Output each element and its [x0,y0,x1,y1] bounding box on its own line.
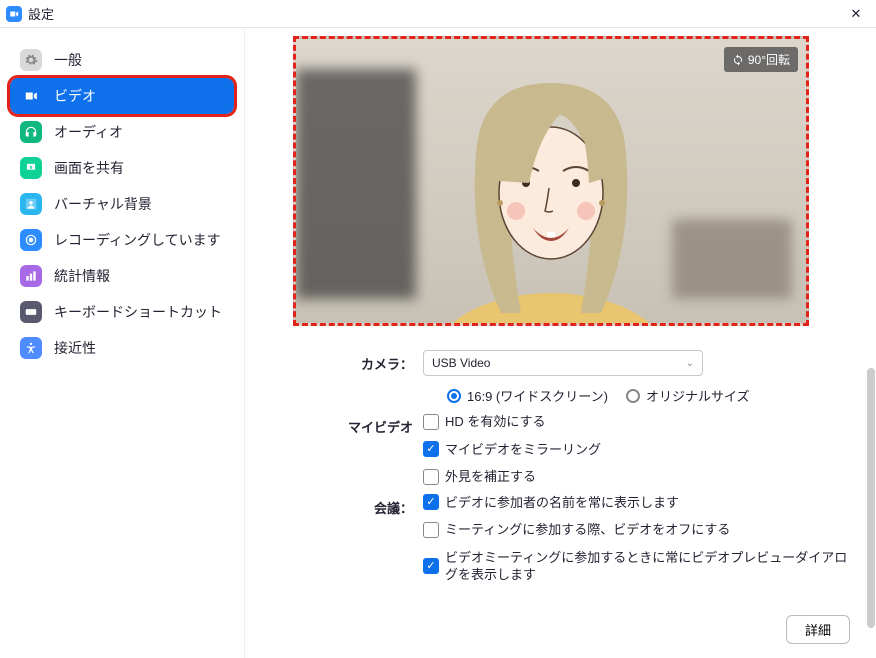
titlebar: 設定 ✕ [0,0,876,28]
checkbox-label: ミーティングに参加する際、ビデオをオフにする [445,521,730,539]
sidebar-item-label: 統計情報 [54,266,110,286]
sidebar-item-accessibility[interactable]: 接近性 [10,330,234,366]
stats-icon [20,265,42,287]
share-icon [20,157,42,179]
headphones-icon [20,121,42,143]
meeting-option[interactable]: ビデオに参加者の名前を常に表示します [423,494,848,512]
window-title: 設定 [28,4,54,23]
sidebar-item-label: レコーディングしています [54,230,221,250]
meeting-option[interactable]: ミーティングに参加する際、ビデオをオフにする [423,521,848,539]
sidebar-item-person-bg[interactable]: バーチャル背景 [10,186,234,222]
meeting-option[interactable]: ビデオミーティングに参加するときに常にビデオプレビューダイアログを表示します [423,549,848,584]
sidebar-item-label: バーチャル背景 [54,194,152,214]
video-preview: 90°回転 [293,36,809,326]
rotate-button[interactable]: 90°回転 [724,47,798,72]
keyboard-icon [20,301,42,323]
aspect-ratio-group: 16:9 (ワイドスクリーン) オリジナルサイズ [423,386,848,405]
checkbox-icon-checked [423,494,439,510]
rotate-icon [732,54,744,66]
rotate-label: 90°回転 [748,51,790,68]
section-label-meeting: 会議： [293,494,423,584]
camera-select[interactable]: USB Video ⌄ [423,350,703,376]
myvideo-option[interactable]: 外見を補正する [423,468,848,486]
detail-button-label: 詳細 [805,623,831,638]
sidebar-item-headphones[interactable]: オーディオ [10,114,234,150]
sidebar-item-keyboard[interactable]: キーボードショートカット [10,294,234,330]
checkbox-label: マイビデオをミラーリング [445,441,601,459]
section-label-myvideo: マイビデオ [293,413,423,486]
sidebar-item-label: 一般 [54,50,82,70]
content-pane: 90°回転 カメラ： USB Video ⌄ 16:9 (ワイドスクリーン) [245,28,876,658]
video-icon [20,85,42,107]
gear-icon [20,49,42,71]
radio-label: 16:9 (ワイドスクリーン) [467,386,608,405]
sidebar-item-stats[interactable]: 統計情報 [10,258,234,294]
sidebar-item-video[interactable]: ビデオ [10,78,234,114]
checkbox-label: ビデオミーティングに参加するときに常にビデオプレビューダイアログを表示します [445,549,848,584]
myvideo-option[interactable]: HD を有効にする [423,413,848,431]
accessibility-icon [20,337,42,359]
radio-icon-checked [447,389,461,403]
detail-button[interactable]: 詳細 [786,615,850,644]
person-bg-icon [20,193,42,215]
close-button[interactable]: ✕ [836,0,876,28]
radio-icon [626,389,640,403]
scrollbar-thumb[interactable] [867,368,875,628]
camera-value: USB Video [432,356,490,370]
sidebar-item-label: キーボードショートカット [54,302,222,322]
record-icon [20,229,42,251]
myvideo-option[interactable]: マイビデオをミラーリング [423,441,848,459]
checkbox-icon-checked [423,441,439,457]
sidebar-item-share[interactable]: 画面を共有 [10,150,234,186]
avatar-illustration [421,53,681,326]
sidebar-item-label: ビデオ [54,86,96,106]
checkbox-label: ビデオに参加者の名前を常に表示します [445,494,679,512]
checkbox-icon-checked [423,558,439,574]
radio-widescreen[interactable]: 16:9 (ワイドスクリーン) [447,386,608,405]
radio-original[interactable]: オリジナルサイズ [626,386,750,405]
sidebar: 一般ビデオオーディオ画面を共有バーチャル背景レコーディングしています統計情報キー… [0,28,245,658]
sidebar-item-label: 画面を共有 [54,158,124,178]
close-icon: ✕ [851,6,862,22]
chevron-down-icon: ⌄ [686,358,694,369]
section-label-camera: カメラ： [293,350,423,405]
app-icon [6,6,22,22]
checkbox-label: HD を有効にする [445,413,546,431]
checkbox-icon [423,522,439,538]
checkbox-icon [423,414,439,430]
sidebar-item-record[interactable]: レコーディングしています [10,222,234,258]
checkbox-label: 外見を補正する [445,468,536,486]
sidebar-item-gear[interactable]: 一般 [10,42,234,78]
sidebar-item-label: オーディオ [54,122,123,142]
checkbox-icon [423,469,439,485]
radio-label: オリジナルサイズ [646,386,750,405]
sidebar-item-label: 接近性 [54,338,96,358]
